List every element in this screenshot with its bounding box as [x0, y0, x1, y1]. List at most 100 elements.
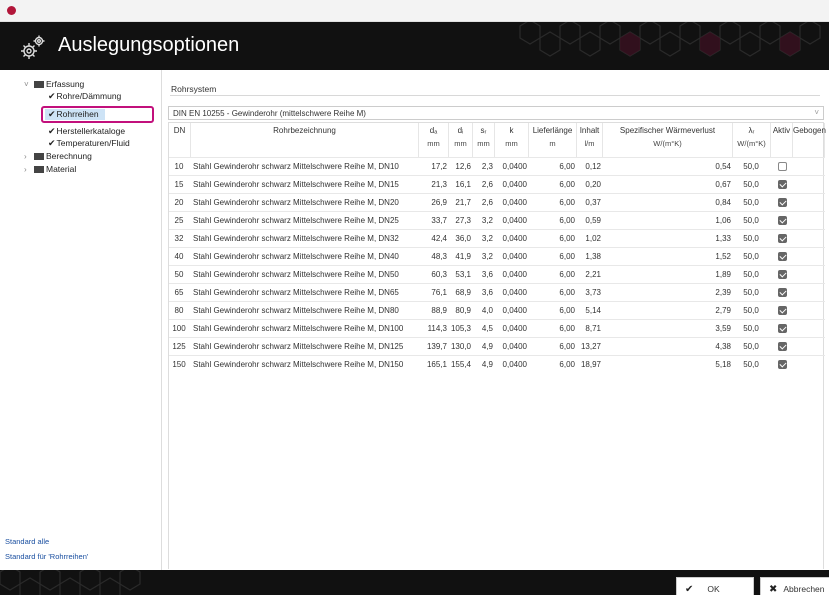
cell-wv: 3,59 [715, 324, 731, 333]
cell-name: Stahl Gewinderohr schwarz Mittelschwere … [193, 342, 404, 351]
column-header-wv[interactable]: Spezifischer Wärmeverlust W/(m°K) [603, 123, 733, 157]
cell-sr: 4,0 [481, 306, 493, 315]
aktiv-checkbox[interactable] [778, 216, 787, 225]
tree-item-label: Material [46, 164, 77, 174]
column-header-lam[interactable]: λᵣ W/(m°K) [733, 123, 771, 157]
tree-item-rohrreihen[interactable]: ✔ Rohrreihen [48, 108, 99, 120]
table-row[interactable]: 150 Stahl Gewinderohr schwarz Mittelschwe… [169, 355, 825, 373]
column-header-inh[interactable]: Inhalt l/m [577, 123, 603, 157]
standard-all-link[interactable]: Standard alle [5, 537, 49, 546]
tree-item-material[interactable]: › Material [24, 163, 76, 175]
table-row[interactable]: 15 Stahl Gewinderohr schwarz Mittelschwer… [169, 175, 825, 193]
checkmark-icon: ✔ [685, 583, 694, 595]
cell-dn: 80 [174, 306, 184, 315]
aktiv-checkbox[interactable] [778, 252, 787, 261]
table-row[interactable]: 32 Stahl Gewinderohr schwarz Mittelschwer… [169, 229, 825, 247]
column-header-name[interactable]: Rohrbezeichnung [191, 123, 419, 157]
folder-open-icon [34, 80, 44, 88]
cell-inh: 0,20 [585, 180, 601, 189]
table-row[interactable]: 50 Stahl Gewinderohr schwarz Mittelschwer… [169, 265, 825, 283]
column-header-len[interactable]: Lieferlänge m [529, 123, 577, 157]
cell-lam: 50,0 [743, 252, 759, 261]
cell-lam: 50,0 [743, 198, 759, 207]
cell-dn: 20 [174, 198, 184, 207]
table-row[interactable]: 20 Stahl Gewinderohr schwarz Mittelschwer… [169, 193, 825, 211]
cell-lam: 50,0 [743, 162, 759, 171]
cell-inh: 18,97 [580, 360, 601, 369]
tree-item-temperaturen-fluid[interactable]: ✔ Temperaturen/Fluid [48, 137, 130, 149]
aktiv-checkbox[interactable] [778, 162, 787, 171]
aktiv-checkbox[interactable] [778, 324, 787, 333]
column-header-k[interactable]: k mm [495, 123, 529, 157]
cell-da: 26,9 [431, 198, 447, 207]
standard-section-link[interactable]: Standard für 'Rohrreihen' [5, 552, 88, 561]
ok-button[interactable]: ✔ OK [676, 577, 754, 595]
cell-di: 36,0 [455, 234, 471, 243]
cell-k: 0,0400 [502, 198, 527, 207]
chevron-right-icon[interactable]: › [24, 165, 34, 174]
cell-name: Stahl Gewinderohr schwarz Mittelschwere … [193, 252, 399, 261]
pipe-table: DN Rohrbezeichnung dₐ mm dᵢ mm sᵣ mm k mm Lieferlä… [168, 122, 826, 569]
column-header-label: λᵣ [748, 126, 755, 135]
cell-inh: 13,27 [580, 342, 601, 351]
cell-name: Stahl Gewinderohr schwarz Mittelschwere … [193, 216, 399, 225]
column-header-geb[interactable]: Gebogen [793, 123, 826, 157]
table-row[interactable]: 25 Stahl Gewinderohr schwarz Mittelschwer… [169, 211, 825, 229]
aktiv-checkbox[interactable] [778, 360, 787, 369]
cell-name: Stahl Gewinderohr schwarz Mittelschwere … [193, 270, 399, 279]
column-header-di[interactable]: dᵢ mm [449, 123, 473, 157]
column-unit-label: mm [454, 139, 467, 148]
aktiv-checkbox[interactable] [778, 288, 787, 297]
cell-wv: 1,33 [715, 234, 731, 243]
cell-di: 130,0 [450, 342, 471, 351]
cell-lam: 50,0 [743, 180, 759, 189]
aktiv-checkbox[interactable] [778, 234, 787, 243]
aktiv-checkbox[interactable] [778, 180, 787, 189]
column-header-sr[interactable]: sᵣ mm [473, 123, 495, 157]
aktiv-checkbox[interactable] [778, 342, 787, 351]
cell-name: Stahl Gewinderohr schwarz Mittelschwere … [193, 306, 399, 315]
cell-dn: 32 [174, 234, 184, 243]
cell-da: 17,2 [431, 162, 447, 171]
aktiv-checkbox[interactable] [778, 270, 787, 279]
cell-dn: 40 [174, 252, 184, 261]
aktiv-checkbox[interactable] [778, 198, 787, 207]
cell-dn: 15 [174, 180, 184, 189]
tree-item-label: Rohre/Dämmung [56, 91, 122, 101]
section-label-rohrsystem: Rohrsystem [171, 84, 217, 94]
cell-inh: 3,73 [585, 288, 601, 297]
chevron-right-icon[interactable]: › [24, 152, 34, 161]
aktiv-checkbox[interactable] [778, 306, 787, 315]
tree-item-berechnung[interactable]: › Berechnung [24, 150, 92, 162]
rohrsystem-select[interactable]: DIN EN 10255 - Gewinderohr (mittelschwer… [168, 106, 824, 120]
cell-inh: 1,38 [585, 252, 601, 261]
cell-wv: 0,54 [715, 162, 731, 171]
tree-item-rohre-daemmung[interactable]: ✔ Rohre/Dämmung [48, 90, 121, 102]
table-row[interactable]: 125 Stahl Gewinderohr schwarz Mittelschwe… [169, 337, 825, 355]
table-row[interactable]: 65 Stahl Gewinderohr schwarz Mittelschwer… [169, 283, 825, 301]
column-header-da[interactable]: dₐ mm [419, 123, 449, 157]
table-row[interactable]: 100 Stahl Gewinderohr schwarz Mittelschwe… [169, 319, 825, 337]
tree-item-herstellerkataloge[interactable]: ✔ Herstellerkataloge [48, 125, 125, 137]
column-header-aktiv[interactable]: Aktiv [771, 123, 793, 157]
cell-len: 6,00 [559, 198, 575, 207]
table-row[interactable]: 80 Stahl Gewinderohr schwarz Mittelschwer… [169, 301, 825, 319]
column-header-label: k [509, 126, 514, 135]
column-header-dn[interactable]: DN [169, 123, 191, 157]
cell-di: 80,9 [455, 306, 471, 315]
cell-k: 0,0400 [502, 360, 527, 369]
dialog-footer: ✔ OK ✖ Abbrechen [0, 570, 829, 595]
chevron-down-icon[interactable]: ˅ [24, 80, 34, 89]
cell-dn: 50 [174, 270, 184, 279]
folder-icon [34, 152, 44, 160]
cell-inh: 2,21 [585, 270, 601, 279]
table-row[interactable]: 10 Stahl Gewinderohr schwarz Mittelschwer… [169, 157, 825, 175]
column-header-label: DN [173, 126, 186, 135]
table-row[interactable]: 40 Stahl Gewinderohr schwarz Mittelschwer… [169, 247, 825, 265]
column-unit-label: W/(m°K) [653, 139, 682, 148]
cell-di: 41,9 [455, 252, 471, 261]
tree-item-erfassung[interactable]: ˅ Erfassung [24, 78, 84, 90]
dialog-header: Auslegungsoptionen [0, 22, 829, 70]
cell-sr: 4,9 [481, 342, 493, 351]
cancel-button[interactable]: ✖ Abbrechen [760, 577, 829, 595]
